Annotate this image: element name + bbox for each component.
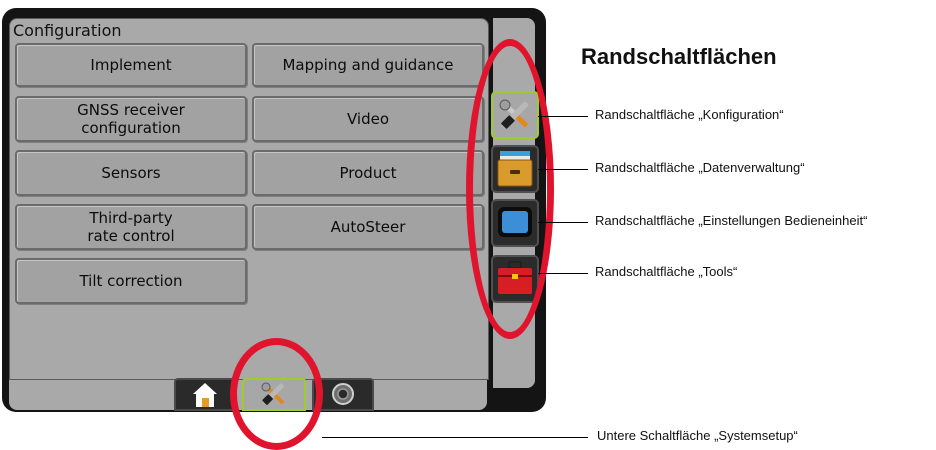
highlight-oval-system-setup <box>230 338 323 450</box>
callout-system-setup: Untere Schaltfläche „Systemsetup“ <box>597 428 798 443</box>
callout-data-management: Randschaltfläche „Datenverwaltung“ <box>595 160 805 175</box>
callout-line-console-settings <box>538 222 588 223</box>
autosteer-button[interactable]: AutoSteer <box>252 204 484 250</box>
sensors-button[interactable]: Sensors <box>15 150 247 196</box>
tilt-correction-button[interactable]: Tilt correction <box>15 258 247 304</box>
panel-title: Configuration <box>13 21 122 40</box>
callout-configuration: Randschaltfläche „Konfiguration“ <box>595 107 784 122</box>
product-button[interactable]: Product <box>252 150 484 196</box>
gnss-receiver-button[interactable]: GNSS receiver configuration <box>15 96 247 142</box>
callout-line-data-management <box>538 169 588 170</box>
callout-line-tools <box>538 273 588 274</box>
highlight-oval-side-buttons <box>466 39 554 339</box>
mapping-guidance-button[interactable]: Mapping and guidance <box>252 43 484 87</box>
third-party-rate-control-button[interactable]: Third-party rate control <box>15 204 247 250</box>
callout-line-system-setup <box>322 437 588 438</box>
home-icon <box>193 383 217 407</box>
annotation-heading: Randschaltflächen <box>581 44 777 69</box>
callout-line-configuration <box>538 116 588 117</box>
tab-home[interactable] <box>174 378 236 411</box>
implement-button[interactable]: Implement <box>15 43 247 87</box>
video-button[interactable]: Video <box>252 96 484 142</box>
callout-console-settings: Randschaltfläche „Einstellungen Bedienei… <box>595 213 868 228</box>
callout-tools: Randschaltfläche „Tools“ <box>595 264 738 279</box>
